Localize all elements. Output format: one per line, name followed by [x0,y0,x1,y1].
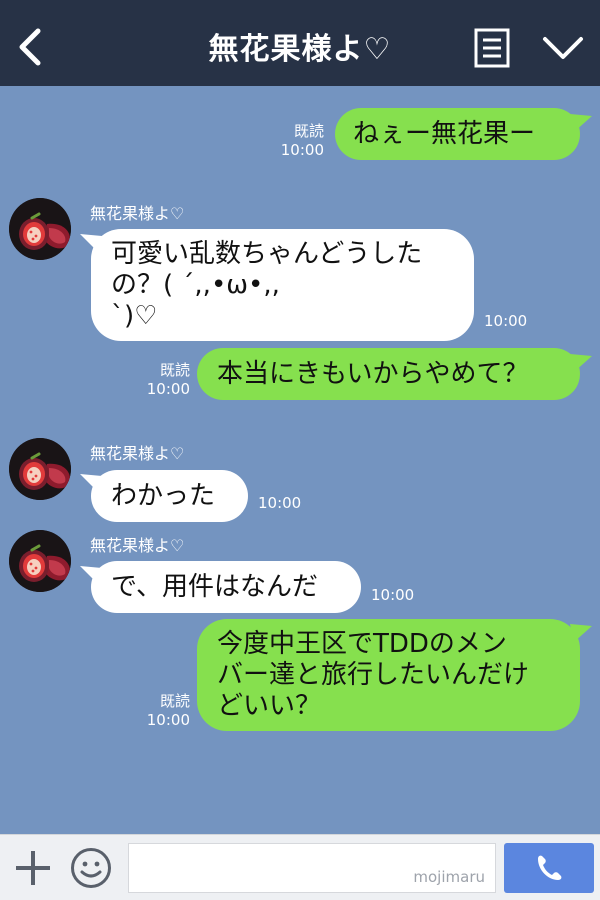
message-line: バー達と旅行したいんだけ [217,660,530,690]
read-receipt: 既読 10:00 [280,122,324,159]
message-list[interactable]: 既読 10:00 ねぇー無花果ー 無花果様よ♡ 可愛い乱数ちゃんどうした の？(… [0,86,600,834]
received-message[interactable]: で、用件はなんだ [91,561,361,613]
fig-icon [9,198,71,260]
sender-name: 無花果様よ♡ [90,536,185,555]
call-button[interactable] [504,843,594,893]
sender-name: 無花果様よ♡ [90,444,185,463]
chat-title: 無花果様よ♡ [208,32,392,67]
bubble-tail [570,624,592,642]
input-bar: mojimaru [0,834,600,900]
message-line: 可愛い乱数ちゃんどうした [111,239,423,269]
message-line: 今度中王区でTDDのメン [217,629,507,659]
timestamp: 10:00 [371,586,415,604]
smiley-icon[interactable] [70,847,112,889]
message-input[interactable]: mojimaru [128,843,496,893]
sender-name: 無花果様よ♡ [90,204,185,223]
sent-message[interactable]: ねぇー無花果ー [335,108,580,160]
message-line: の？( ´,,•ω•,, [111,270,280,300]
timestamp: 10:00 [258,494,302,512]
message-text: わかった [111,481,216,511]
received-message[interactable]: わかった [91,470,248,522]
timestamp: 10:00 [484,312,528,330]
sent-message[interactable]: 本当にきもいからやめて？ [197,348,580,400]
message-text: ねぇー無花果ー [353,119,536,149]
read-receipt: 既読 10:00 [146,692,190,729]
chat-header: 無花果様よ♡ [0,0,600,86]
avatar[interactable] [9,530,71,592]
sent-message[interactable]: 今度中王区でTDDのメン バー達と旅行したいんだけ どいい？ [197,619,580,731]
chevron-down-icon[interactable] [542,30,584,64]
message-text: 本当にきもいからやめて？ [217,359,529,389]
read-receipt: 既読 10:00 [146,361,190,398]
phone-icon [538,855,562,880]
bubble-tail [570,114,592,132]
avatar[interactable] [9,438,71,500]
fig-icon [9,438,71,500]
message-text: で、用件はなんだ [111,572,318,602]
message-line: どいい？ [217,691,322,721]
bubble-tail [570,354,592,372]
received-message[interactable]: 可愛い乱数ちゃんどうした の？( ´,,•ω•,, `)♡ [91,229,474,341]
plus-icon[interactable] [14,849,52,887]
document-list-icon[interactable] [474,28,510,68]
message-line: `)♡ [111,301,158,331]
avatar[interactable] [9,198,71,260]
watermark-text: mojimaru [413,868,485,886]
fig-icon [9,530,71,592]
